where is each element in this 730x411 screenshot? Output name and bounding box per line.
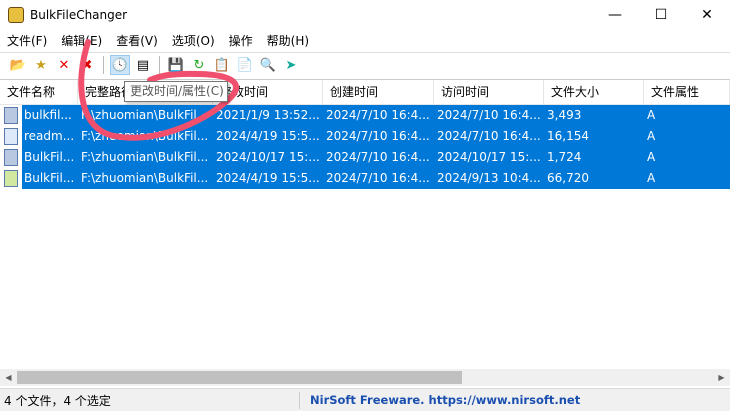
cell-size: 16,154 xyxy=(544,126,644,147)
cell-modified: 2024/10/17 15:... xyxy=(213,147,323,168)
cell-attributes: A xyxy=(644,147,730,168)
cell-name: bulkfil... xyxy=(0,105,78,126)
cell-accessed: 2024/9/13 10:4... xyxy=(434,168,544,189)
cell-size: 66,720 xyxy=(544,168,644,189)
cell-path: F:\zhuomian\BulkFil... xyxy=(78,168,213,189)
file-name: bulkfil... xyxy=(22,105,78,126)
cell-created: 2024/7/10 16:4... xyxy=(323,147,434,168)
status-brand-link[interactable]: NirSoft Freeware. https://www.nirsoft.ne… xyxy=(300,393,580,407)
table-row[interactable]: readm... F:\zhuomian\BulkFil... 2024/4/19 … xyxy=(0,126,730,147)
cell-modified: 2021/1/9 13:52... xyxy=(213,105,323,126)
tooltip: 更改时间/属性(C) xyxy=(124,81,228,102)
exit-icon[interactable]: ➤ xyxy=(281,55,301,75)
cell-accessed: 2024/7/10 16:4... xyxy=(434,105,544,126)
menu-help[interactable]: 帮助(H) xyxy=(260,32,316,49)
app-icon xyxy=(8,7,24,23)
column-header-name[interactable]: 文件名称 xyxy=(0,80,78,104)
cell-path: F:\zhuomian\BulkFil... xyxy=(78,105,213,126)
file-name: BulkFil... xyxy=(22,147,78,168)
table-row[interactable]: BulkFil... F:\zhuomian\BulkFil... 2024/4/1… xyxy=(0,168,730,189)
status-count: 4 个文件，4 个选定 xyxy=(0,391,300,409)
open-folder-icon[interactable]: 📂 xyxy=(8,55,28,75)
column-header-modified[interactable]: 修改时间 xyxy=(213,80,323,104)
file-icon xyxy=(4,149,18,166)
menu-options[interactable]: 选项(O) xyxy=(165,32,222,49)
table-row[interactable]: BulkFil... F:\zhuomian\BulkFil... 2024/10/… xyxy=(0,147,730,168)
status-bar: 4 个文件，4 个选定 NirSoft Freeware. https://ww… xyxy=(0,388,730,411)
column-header-attributes[interactable]: 文件属性 xyxy=(644,80,730,104)
column-header-size[interactable]: 文件大小 xyxy=(544,80,644,104)
cell-path: F:\zhuomian\BulkFil... xyxy=(78,147,213,168)
scroll-left-icon[interactable]: ◀ xyxy=(0,373,17,382)
cell-name: BulkFil... xyxy=(0,147,78,168)
cell-name: BulkFil... xyxy=(0,168,78,189)
column-header-accessed[interactable]: 访问时间 xyxy=(434,80,544,104)
cell-size: 3,493 xyxy=(544,105,644,126)
cell-attributes: A xyxy=(644,168,730,189)
cell-created: 2024/7/10 16:4... xyxy=(323,126,434,147)
cell-accessed: 2024/10/17 15:... xyxy=(434,147,544,168)
title-bar: BulkFileChanger — ☐ ✕ xyxy=(0,0,730,30)
cell-size: 1,724 xyxy=(544,147,644,168)
window-icon[interactable]: ▤ xyxy=(133,55,153,75)
cell-created: 2024/7/10 16:4... xyxy=(323,105,434,126)
toolbar-separator xyxy=(103,56,104,74)
cell-name: readm... xyxy=(0,126,78,147)
window-title: BulkFileChanger xyxy=(30,8,128,22)
properties-icon[interactable]: 📄 xyxy=(235,55,255,75)
menu-bar: 文件(F) 编辑(E) 查看(V) 选项(O) 操作 帮助(H) xyxy=(0,30,730,51)
delete-icon[interactable]: ✕ xyxy=(54,55,74,75)
save-icon[interactable]: 💾 xyxy=(166,55,186,75)
copy-icon[interactable]: 📋 xyxy=(212,55,232,75)
horizontal-scrollbar[interactable]: ◀ ▶ xyxy=(0,369,730,386)
toolbar-separator xyxy=(159,56,160,74)
cell-modified: 2024/4/19 15:5... xyxy=(213,126,323,147)
cell-attributes: A xyxy=(644,126,730,147)
close-button[interactable]: ✕ xyxy=(684,0,730,30)
find-icon[interactable]: 🔍 xyxy=(258,55,278,75)
minimize-button[interactable]: — xyxy=(592,0,638,30)
file-name: BulkFil... xyxy=(22,168,78,189)
menu-file[interactable]: 文件(F) xyxy=(0,32,54,49)
menu-edit[interactable]: 编辑(E) xyxy=(54,32,109,49)
file-icon xyxy=(4,107,18,124)
cell-modified: 2024/4/19 15:5... xyxy=(213,168,323,189)
add-files-icon[interactable]: ★ xyxy=(31,55,51,75)
menu-actions[interactable]: 操作 xyxy=(222,32,260,49)
cell-path: F:\zhuomian\BulkFil... xyxy=(78,126,213,147)
cell-attributes: A xyxy=(644,105,730,126)
list-header: 文件名称 完整路径 修改时间 创建时间 访问时间 文件大小 文件属性 xyxy=(0,80,730,105)
scroll-right-icon[interactable]: ▶ xyxy=(713,373,730,382)
cell-created: 2024/7/10 16:4... xyxy=(323,168,434,189)
table-row[interactable]: bulkfil... F:\zhuomian\BulkFil... 2021/1/9… xyxy=(0,105,730,126)
file-name: readm... xyxy=(22,126,78,147)
toolbar: 📂 ★ ✕ ✖ 🕓 ▤ 💾 ↻ 📋 📄 🔍 ➤ xyxy=(0,52,730,77)
cell-accessed: 2024/7/10 16:4... xyxy=(434,126,544,147)
maximize-button[interactable]: ☐ xyxy=(638,0,684,30)
file-icon xyxy=(4,170,18,187)
scrollbar-thumb[interactable] xyxy=(17,371,462,384)
change-time-clock-icon[interactable]: 🕓 xyxy=(110,55,130,75)
file-icon xyxy=(4,128,18,145)
refresh-icon[interactable]: ↻ xyxy=(189,55,209,75)
column-header-created[interactable]: 创建时间 xyxy=(323,80,434,104)
menu-view[interactable]: 查看(V) xyxy=(109,32,165,49)
file-list[interactable]: 文件名称 完整路径 修改时间 创建时间 访问时间 文件大小 文件属性 bulkf… xyxy=(0,79,730,369)
clear-icon[interactable]: ✖ xyxy=(77,55,97,75)
